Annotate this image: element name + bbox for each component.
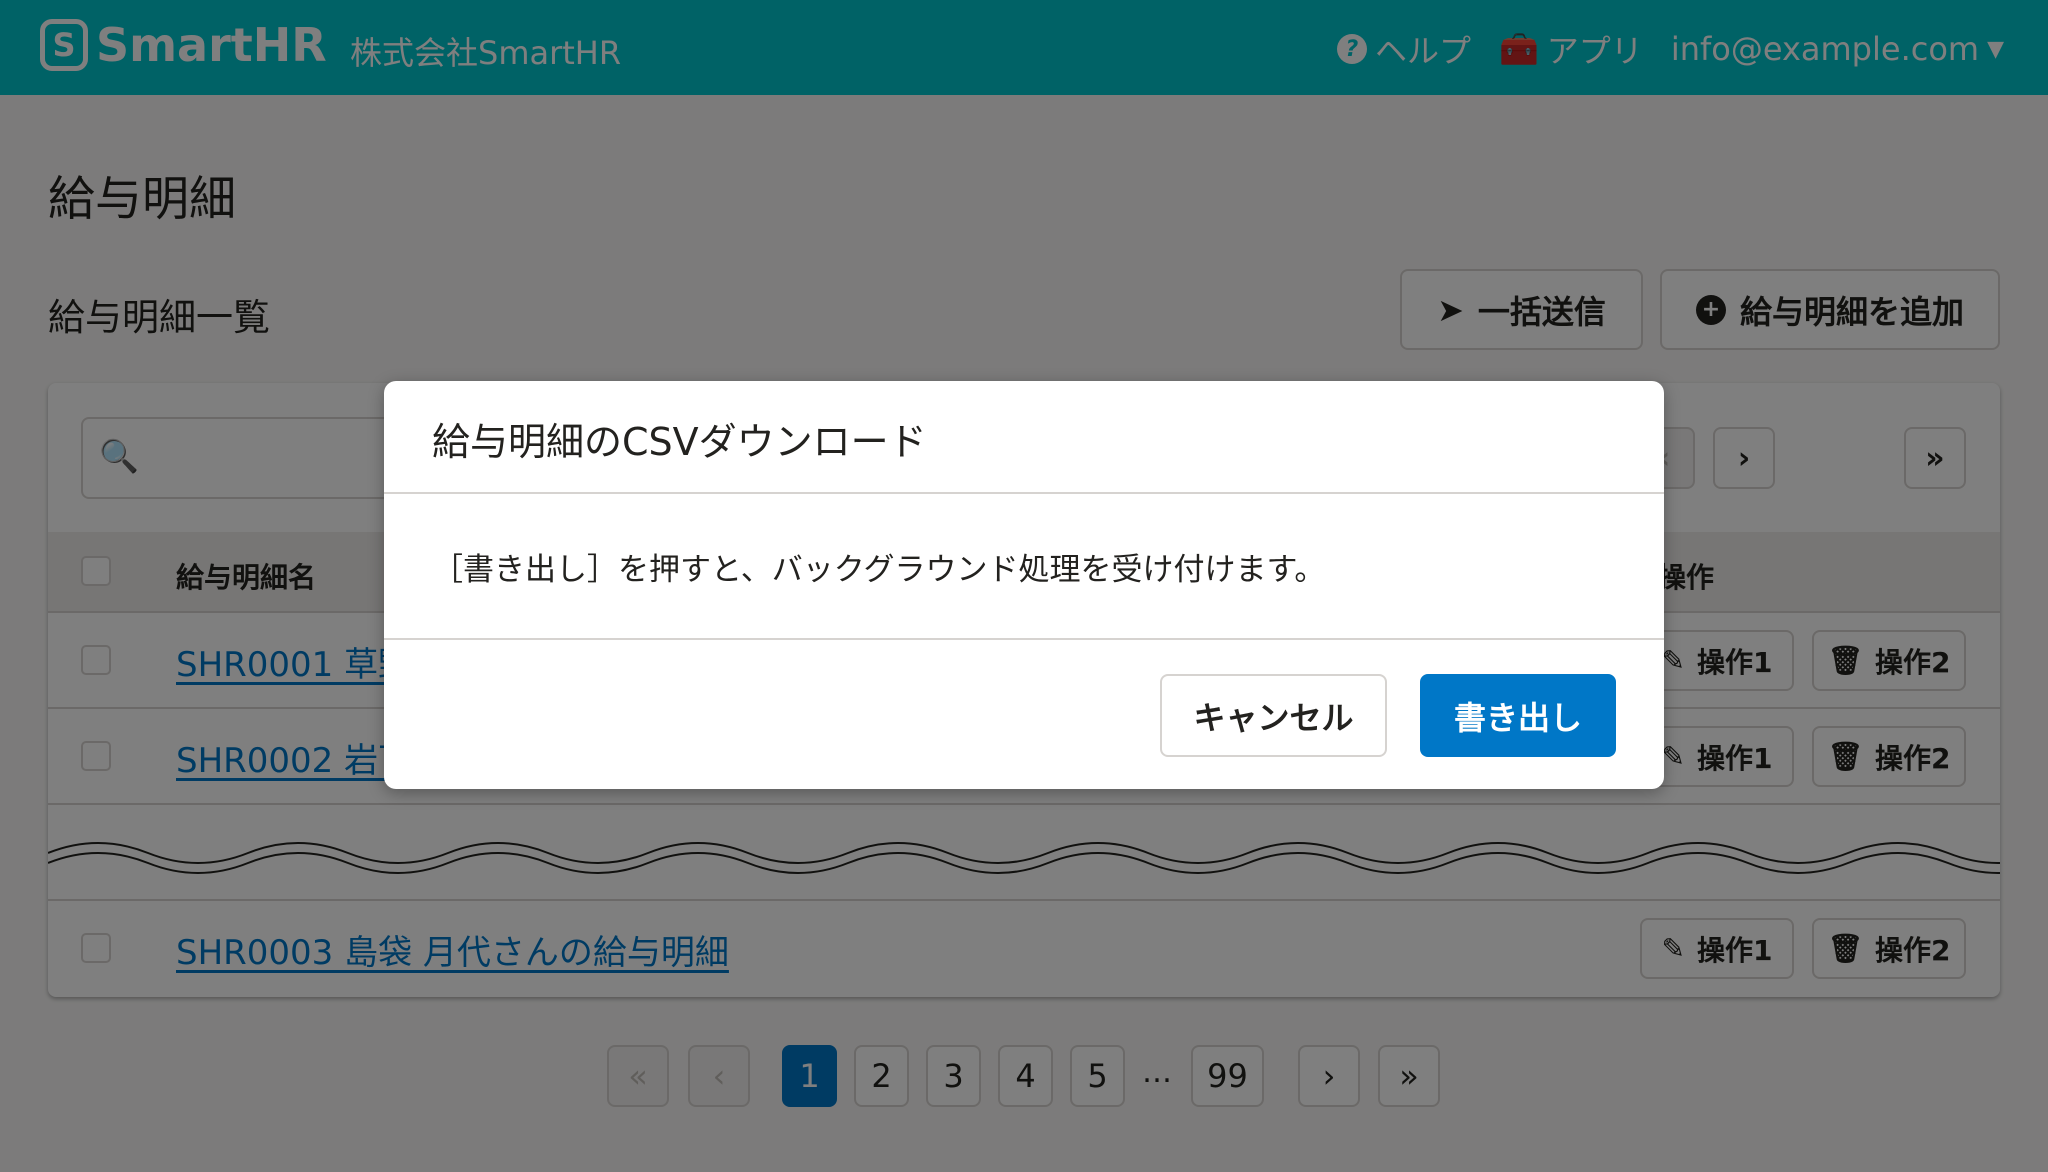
cancel-button[interactable]: キャンセル xyxy=(1160,674,1387,757)
dialog-message: ［書き出し］を押すと、バックグラウンド処理を受け付けます。 xyxy=(384,494,1664,640)
export-button[interactable]: 書き出し xyxy=(1420,674,1616,757)
dialog-title: 給与明細のCSVダウンロード xyxy=(384,381,1664,494)
csv-download-dialog: 給与明細のCSVダウンロード ［書き出し］を押すと、バックグラウンド処理を受け付… xyxy=(384,381,1664,789)
